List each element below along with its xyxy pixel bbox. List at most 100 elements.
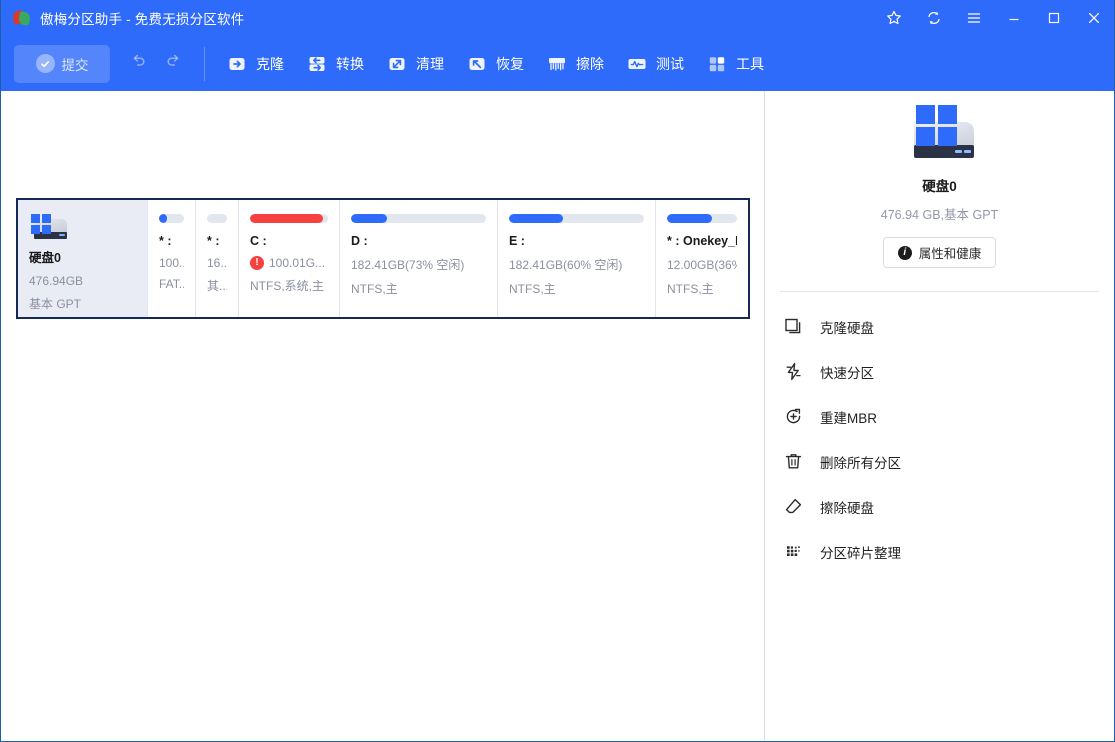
properties-health-button[interactable]: i 属性和健康 xyxy=(882,237,997,268)
submit-button[interactable]: 提交 xyxy=(14,44,110,83)
partition-cell[interactable]: * : 100... FAT... xyxy=(148,200,196,317)
usage-fill xyxy=(509,214,563,223)
clone-disk-icon xyxy=(783,317,803,337)
partition-cell[interactable]: C : ! 100.01G... NTFS,系统,主 xyxy=(239,200,340,317)
recover-icon xyxy=(466,53,488,75)
action-delete-all-partitions[interactable]: 删除所有分区 xyxy=(765,439,1114,484)
usage-bar xyxy=(509,214,644,223)
partition-size: 182.41GB(73% 空闲) xyxy=(351,258,465,272)
favorite-button[interactable] xyxy=(874,0,914,36)
disk-map: 硬盘0 476.94GB 基本 GPT * : 100... FAT... xyxy=(16,198,750,319)
summary-disk-name: 硬盘0 xyxy=(922,179,957,194)
partition-cell[interactable]: D : 182.41GB(73% 空闲) NTFS,主 xyxy=(340,200,498,317)
warning-exclamation-icon: ! xyxy=(250,256,264,270)
partition-fs: FAT... xyxy=(159,277,184,291)
close-button[interactable] xyxy=(1074,0,1114,36)
main-body: 硬盘0 476.94GB 基本 GPT * : 100... FAT... xyxy=(1,91,1114,740)
toolbar-label: 转换 xyxy=(336,55,364,72)
usage-fill xyxy=(250,214,324,223)
toolbar-label: 擦除 xyxy=(576,55,604,72)
usage-bar xyxy=(207,214,227,223)
undo-button[interactable] xyxy=(124,49,154,79)
window-title: 傲梅分区助手 - 免费无损分区软件 xyxy=(40,12,245,27)
convert-icon xyxy=(306,53,328,75)
partition-label: E : xyxy=(509,234,525,248)
action-label: 分区碎片整理 xyxy=(820,545,901,561)
toolbar-item-wipe[interactable]: 擦除 xyxy=(535,44,615,84)
action-quick-partition[interactable]: 快速分区 xyxy=(765,349,1114,394)
partition-size: 182.41GB(60% 空闲) xyxy=(509,258,623,272)
close-icon xyxy=(1086,10,1102,26)
star-icon xyxy=(886,10,902,26)
usage-fill xyxy=(667,214,712,223)
disk-map-pane: 硬盘0 476.94GB 基本 GPT * : 100... FAT... xyxy=(1,91,765,740)
toolbar-label: 工具 xyxy=(736,55,764,72)
submit-label: 提交 xyxy=(61,57,89,73)
minimize-button[interactable] xyxy=(994,0,1034,36)
partition-size: 100... xyxy=(159,256,184,270)
disk-type: 基本 GPT xyxy=(29,297,82,311)
title-bar: 傲梅分区助手 - 免费无损分区软件 xyxy=(1,0,1114,36)
action-list: 克隆硬盘 快速分区 重建MBR 删除所有分区 擦除硬盘 分区碎片整理 xyxy=(765,292,1114,574)
refresh-button[interactable] xyxy=(914,0,954,36)
hard-disk-large-icon xyxy=(902,105,978,163)
toolbar-item-convert[interactable]: 转换 xyxy=(295,44,375,84)
usage-bar xyxy=(351,214,486,223)
partition-cell[interactable]: * : Onekey_Back... 12.00GB(36% 空... NTFS… xyxy=(656,200,748,317)
wipe-icon xyxy=(546,53,568,75)
disk-capacity: 476.94GB xyxy=(29,274,84,288)
partition-size: 16.... xyxy=(207,256,227,270)
redo-arrow-icon xyxy=(164,52,182,75)
toolbar-label: 清理 xyxy=(416,55,444,72)
partition-cell[interactable]: E : 182.41GB(60% 空闲) NTFS,主 xyxy=(498,200,656,317)
partition-fs: NTFS,主 xyxy=(667,282,714,296)
toolbar-item-tools[interactable]: 工具 xyxy=(695,44,775,84)
toolbar-item-clone[interactable]: 克隆 xyxy=(215,44,295,84)
usage-bar xyxy=(250,214,328,223)
partition-label: * : xyxy=(207,234,220,248)
action-defragment[interactable]: 分区碎片整理 xyxy=(765,529,1114,574)
toolbar-label: 恢复 xyxy=(496,55,524,72)
partition-size: 100.01G... xyxy=(269,256,326,270)
action-rebuild-mbr[interactable]: 重建MBR xyxy=(765,394,1114,439)
action-wipe-disk[interactable]: 擦除硬盘 xyxy=(765,484,1114,529)
menu-button[interactable] xyxy=(954,0,994,36)
info-circle-icon: i xyxy=(897,245,912,260)
toolbar-item-test[interactable]: 测试 xyxy=(615,44,695,84)
partition-fs: NTFS,系统,主 xyxy=(250,279,324,293)
toolbar-label: 测试 xyxy=(656,55,684,72)
action-clone-disk[interactable]: 克隆硬盘 xyxy=(765,304,1114,349)
right-panel: 硬盘0 476.94 GB,基本 GPT i 属性和健康 克隆硬盘 快速分区 重… xyxy=(765,91,1114,740)
redo-button[interactable] xyxy=(158,49,188,79)
summary-disk-spec: 476.94 GB,基本 GPT xyxy=(880,208,999,222)
partition-size: 12.00GB(36% 空... xyxy=(667,258,737,272)
partition-label: * : Onekey_Back... xyxy=(667,234,737,248)
toolbar-label: 克隆 xyxy=(256,55,284,72)
action-label: 克隆硬盘 xyxy=(820,320,874,336)
maximize-button[interactable] xyxy=(1034,0,1074,36)
partition-label: * : xyxy=(159,234,172,248)
action-label: 擦除硬盘 xyxy=(820,500,874,516)
usage-fill xyxy=(159,214,167,223)
action-label: 快速分区 xyxy=(820,365,874,381)
defrag-icon xyxy=(783,542,803,562)
action-label: 重建MBR xyxy=(820,410,877,426)
trash-icon xyxy=(783,452,803,472)
usage-bar xyxy=(667,214,737,223)
properties-health-label: 属性和健康 xyxy=(918,247,982,261)
window-controls xyxy=(874,0,1114,36)
disk-name: 硬盘0 xyxy=(29,251,61,265)
cleanup-icon xyxy=(386,53,408,75)
disk-header-cell[interactable]: 硬盘0 476.94GB 基本 GPT xyxy=(18,200,148,317)
partition-label: D : xyxy=(351,234,368,248)
partition-size-row: ! 100.01G... xyxy=(250,256,328,270)
partition-cell[interactable]: * : 16.... 其... xyxy=(196,200,239,317)
clone-icon xyxy=(226,53,248,75)
refresh-icon xyxy=(926,10,942,26)
eraser-icon xyxy=(783,497,803,517)
toolbar-item-cleanup[interactable]: 清理 xyxy=(375,44,455,84)
usage-fill xyxy=(351,214,388,223)
partition-fs: NTFS,主 xyxy=(509,282,556,296)
toolbar-item-recover[interactable]: 恢复 xyxy=(455,44,535,84)
partition-fs: NTFS,主 xyxy=(351,282,398,296)
